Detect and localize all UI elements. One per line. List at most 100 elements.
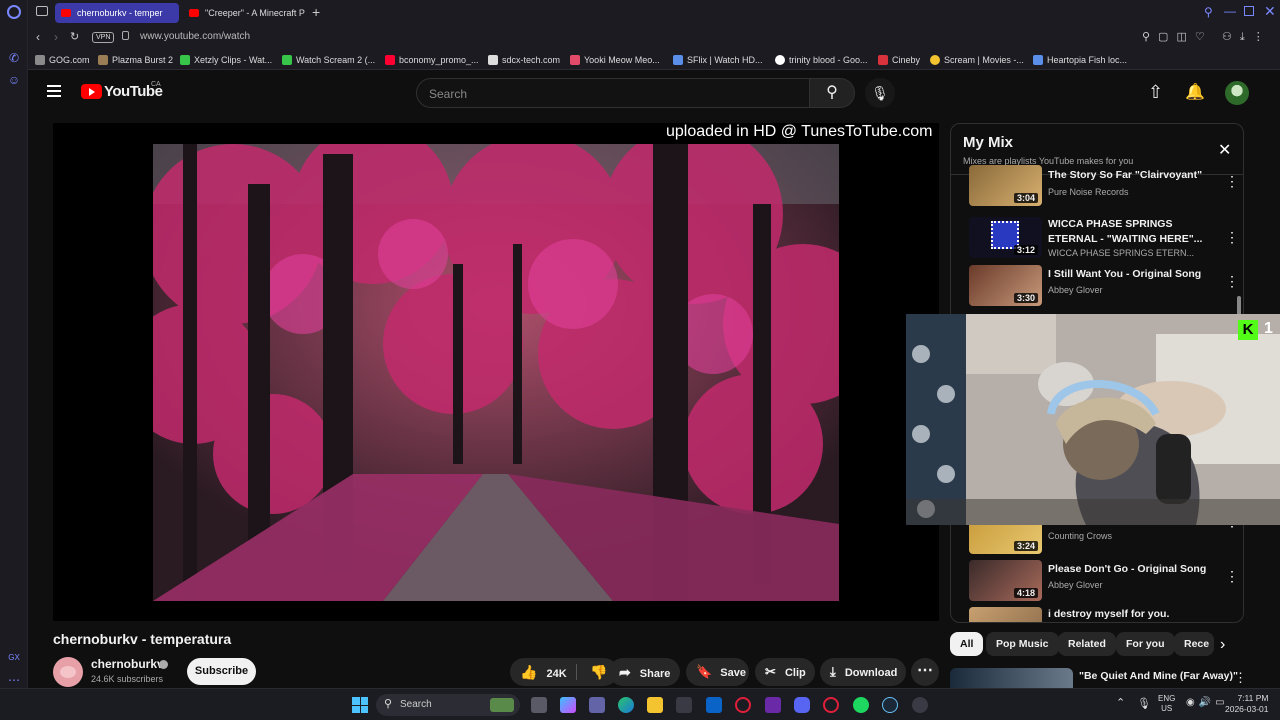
forward-button[interactable]: › (54, 30, 58, 44)
bookmark-item[interactable]: Plazma Burst 2 (98, 53, 173, 67)
bookmark-item[interactable]: bconomy_promo_... (385, 53, 479, 67)
bookmark-item[interactable]: Watch Scream 2 (... (282, 53, 375, 67)
profile-download-menu-icons[interactable]: ⚇⤓⋮ (1222, 30, 1272, 44)
tab-overview-icon[interactable] (36, 6, 48, 16)
related-video-title[interactable]: "Be Quiet And Mine (Far Away)" (1079, 670, 1238, 682)
obs-icon[interactable] (912, 697, 928, 713)
gx-icon[interactable]: GX (6, 650, 22, 666)
thumbnail (969, 607, 1042, 622)
clip-button[interactable]: ✂ Clip (755, 658, 815, 686)
outlook-icon[interactable] (706, 697, 722, 713)
more-actions-button[interactable]: ⋯ (911, 658, 939, 686)
like-button[interactable]: 👍 24K (510, 658, 576, 686)
opera-gx-icon[interactable] (735, 697, 751, 713)
tab-bar: chernoburkv - temper "Creeper" - A Minec… (28, 0, 1280, 26)
search-tabs-icon[interactable]: ⚲ (1204, 5, 1213, 19)
url-field[interactable]: www.youtube.com/watch (140, 31, 250, 42)
close-window-button[interactable]: ✕ (1264, 3, 1276, 20)
subscribe-button[interactable]: Subscribe (187, 658, 256, 685)
maximize-button[interactable] (1244, 6, 1254, 16)
bookmark-item[interactable]: sdcx-tech.com (488, 53, 560, 67)
bookmark-item[interactable]: trinity blood - Goo... (775, 53, 868, 67)
related-thumbnail[interactable] (950, 668, 1073, 688)
more-vert-icon[interactable]: ⋮ (1234, 670, 1247, 686)
channel-name[interactable]: chernoburkv (91, 657, 164, 671)
microphone-icon[interactable]: 🎙 (1137, 697, 1151, 710)
tab-chernoburkv[interactable]: chernoburkv - temper (55, 3, 179, 23)
task-view-icon[interactable] (531, 697, 547, 713)
vpn-app-icon[interactable] (823, 697, 839, 713)
like-divider (576, 664, 577, 680)
search-highlight-icon (490, 698, 514, 712)
lock-icon (122, 31, 129, 40)
teams-icon[interactable] (589, 697, 605, 713)
reload-button[interactable]: ↻ (70, 30, 79, 43)
chip-for-you[interactable]: For you (1116, 632, 1175, 656)
chip-recent[interactable]: Rece (1174, 632, 1214, 656)
opera-logo-icon[interactable] (7, 5, 21, 19)
steam-icon[interactable] (882, 697, 898, 713)
file-explorer-icon[interactable] (647, 697, 663, 713)
copilot-icon[interactable] (560, 697, 576, 713)
thumbnail: 3:30 (969, 265, 1042, 306)
back-button[interactable]: ‹ (36, 30, 40, 44)
chip-pop-music[interactable]: Pop Music (986, 632, 1059, 656)
bookmark-item[interactable]: Scream | Movies -... (930, 53, 1024, 67)
hamburger-menu-icon[interactable] (47, 85, 61, 97)
bookmark-item[interactable]: Xetzly Clips - Wat... (180, 53, 272, 67)
youtube-favicon-icon (189, 9, 199, 17)
more-vert-icon[interactable]: ⋮ (1225, 568, 1239, 585)
playlist-item[interactable]: 3:30 I Still Want You - Original Song Ab… (969, 265, 1239, 311)
clock[interactable]: 7:11 PM 2026-03-01 (1225, 693, 1268, 715)
save-button[interactable]: 🔖 Save (686, 658, 749, 686)
language-indicator[interactable]: ENG US (1158, 694, 1175, 714)
messenger-icon[interactable]: ✆ (6, 50, 22, 66)
search-button[interactable]: ⚲ (809, 78, 855, 108)
subscriber-count: 24.6K subscribers (91, 674, 164, 684)
tab-creeper[interactable]: "Creeper" - A Minecraft P (183, 3, 307, 23)
new-tab-button[interactable]: + (312, 4, 320, 20)
search-input[interactable]: Search (416, 78, 810, 108)
youtube-logo-icon[interactable] (81, 84, 102, 99)
playlist-item[interactable]: i destroy myself for you. (969, 607, 1239, 622)
store-icon[interactable] (676, 697, 692, 713)
more-vert-icon[interactable]: ⋮ (1225, 273, 1239, 290)
network-volume-battery-icons[interactable]: ◉🔊▭ (1186, 697, 1229, 708)
notifications-bell-icon[interactable]: 🔔 (1185, 82, 1205, 102)
close-icon[interactable]: ✕ (1218, 140, 1231, 160)
search-icon: ⚲ (826, 84, 838, 101)
playlist-item[interactable]: 3:12 WICCA PHASE SPRINGS ETERNAL - "WAIT… (969, 217, 1239, 263)
bookmark-item[interactable]: Heartopia Fish loc... (1033, 53, 1127, 67)
windows-start-icon[interactable] (352, 697, 368, 713)
more-vert-icon[interactable]: ⋮ (1225, 229, 1239, 246)
spotify-icon[interactable] (853, 697, 869, 713)
upload-icon[interactable]: ⇧ (1148, 82, 1163, 103)
avatar[interactable] (1225, 81, 1249, 105)
more-vert-icon[interactable]: ⋮ (1225, 173, 1239, 190)
channel-avatar[interactable] (53, 657, 83, 687)
discord-icon[interactable] (794, 697, 810, 713)
share-button[interactable]: ➦ Share (609, 658, 680, 686)
edge-icon[interactable] (618, 697, 634, 713)
voice-search-button[interactable]: 🎙 (865, 78, 895, 108)
download-button[interactable]: ⤓ Download (820, 658, 906, 686)
minimize-button[interactable]: — (1224, 4, 1236, 18)
bookmark-item[interactable]: Yooki Meow Meo... (570, 53, 660, 67)
bookmark-item[interactable]: GOG.com (35, 53, 90, 67)
chevron-up-icon[interactable]: ⌃ (1116, 696, 1125, 709)
contacts-icon[interactable]: ☺ (6, 72, 22, 88)
taskbar-search-box[interactable]: ⚲ Search (376, 694, 520, 716)
vpn-badge[interactable]: VPN (92, 32, 115, 43)
viewer-count: 1 (1264, 320, 1273, 337)
chip-all[interactable]: All (950, 632, 984, 656)
playlist-item[interactable]: 3:04 The Story So Far "Clairvoyant" Pure… (969, 165, 1239, 211)
chip-related[interactable]: Related (1058, 632, 1116, 656)
chevron-right-icon[interactable]: › (1220, 636, 1225, 654)
bookmark-item[interactable]: SFlix | Watch HD... (673, 53, 763, 67)
visual-studio-icon[interactable] (765, 697, 781, 713)
youtube-header: YouTube CA Search ⚲ 🎙 ⇧ 🔔 (28, 70, 1280, 116)
playlist-item[interactable]: 4:18 Please Don't Go - Original Song Abb… (969, 560, 1239, 606)
address-tools-icons[interactable]: ⚲▢◫♡ (1142, 30, 1213, 43)
bookmark-item[interactable]: Cineby (878, 53, 920, 67)
more-icon[interactable]: ⋯ (6, 672, 22, 688)
